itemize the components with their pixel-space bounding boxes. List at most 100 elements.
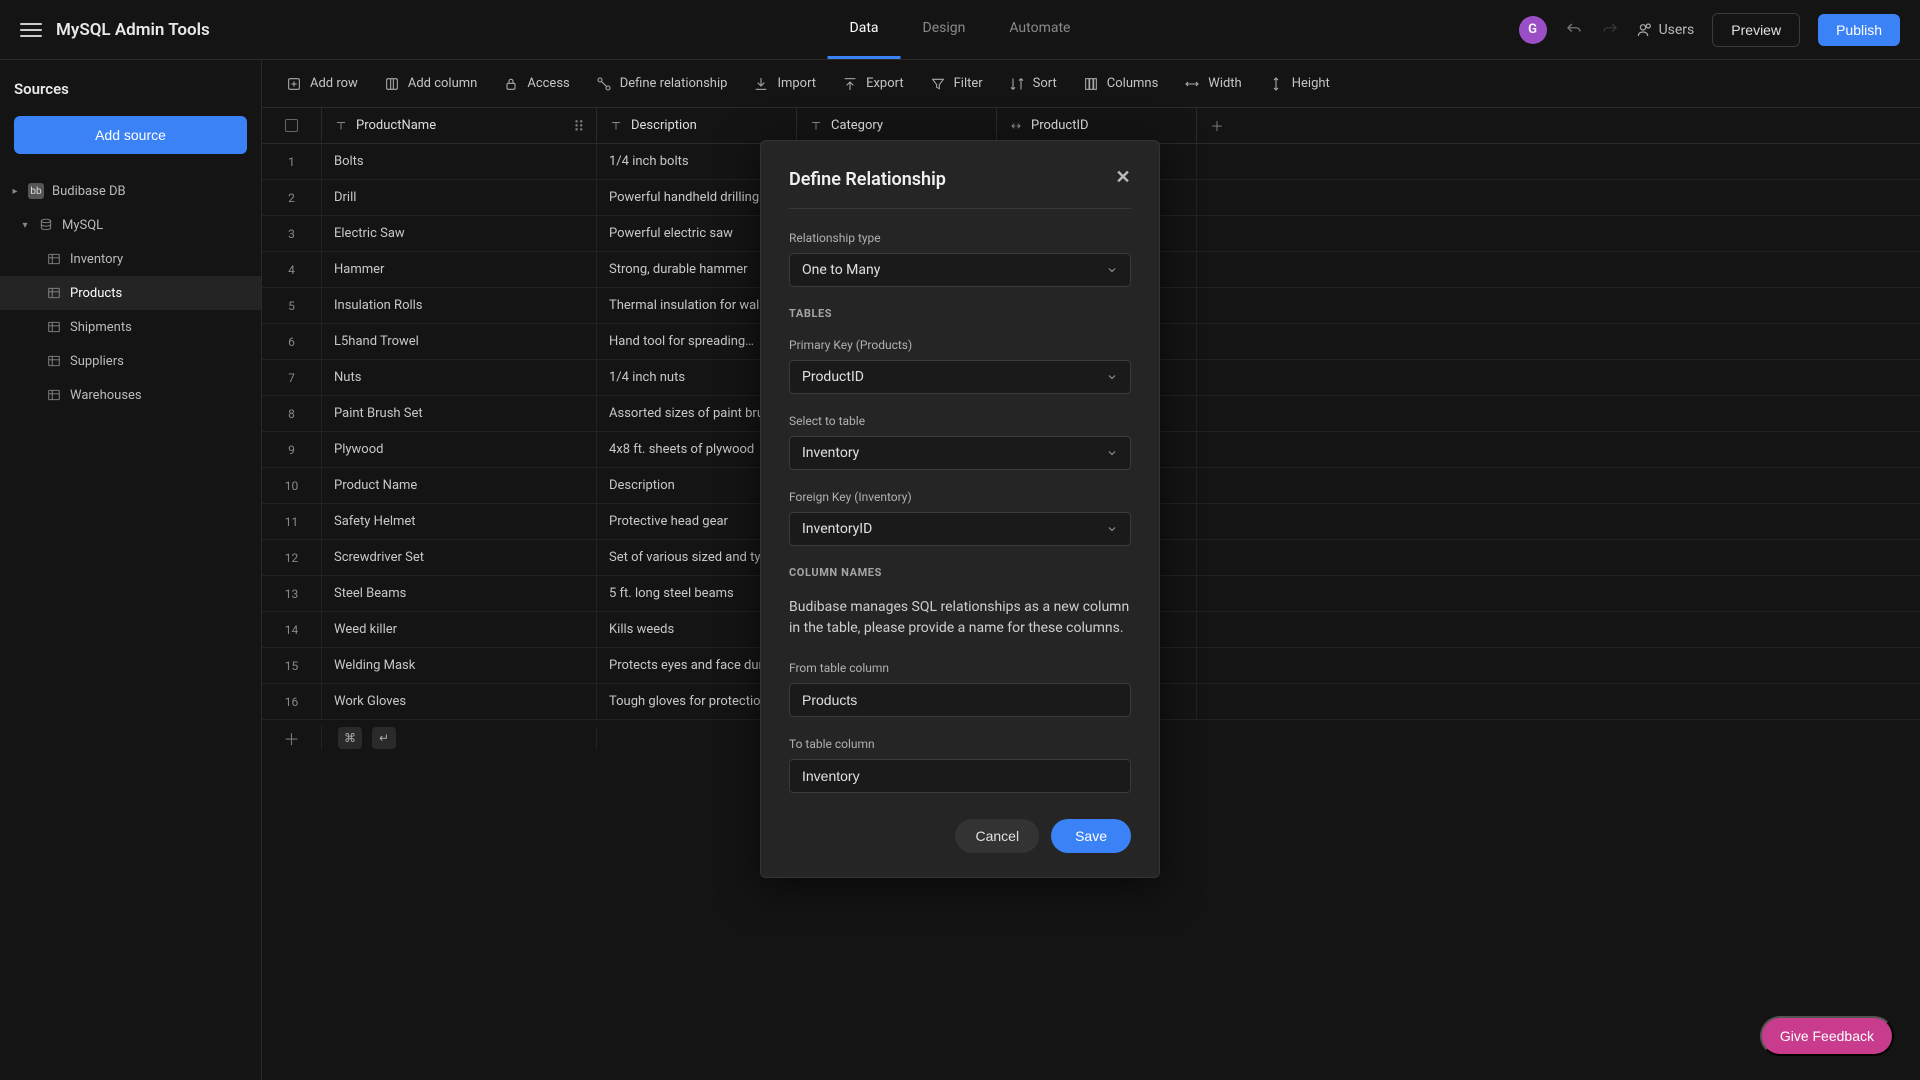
from-col-label: From table column — [789, 661, 1131, 675]
table-icon — [46, 353, 62, 369]
table-icon — [46, 319, 62, 335]
menu-icon[interactable] — [20, 19, 42, 41]
cell-productname[interactable]: Electric Saw — [322, 216, 597, 251]
row-number: 14 — [262, 612, 322, 647]
foreign-key-select[interactable]: InventoryID — [789, 512, 1131, 546]
tree-label: Inventory — [70, 252, 123, 267]
define-relationship-button[interactable]: Define relationship — [584, 70, 740, 98]
rel-type-select[interactable]: One to Many — [789, 253, 1131, 287]
users-link[interactable]: Users — [1637, 22, 1695, 38]
row-number: 16 — [262, 684, 322, 719]
cell-productname[interactable]: Insulation Rolls — [322, 288, 597, 323]
cell-productname[interactable]: Nuts — [322, 360, 597, 395]
cell-productname[interactable]: Product Name — [322, 468, 597, 503]
topbar-right: G Users Preview Publish — [1519, 13, 1900, 47]
primary-key-select[interactable]: ProductID — [789, 360, 1131, 394]
tab-design[interactable]: Design — [901, 0, 988, 59]
checkbox-icon — [285, 119, 298, 132]
sort-button[interactable]: Sort — [997, 70, 1069, 98]
foreign-key-label: Foreign Key (Inventory) — [789, 490, 1131, 504]
users-label: Users — [1659, 22, 1695, 38]
column-header-description[interactable]: Description — [597, 108, 797, 143]
add-column-icon[interactable]: ＋ — [1197, 108, 1237, 143]
cell-productname[interactable]: Plywood — [322, 432, 597, 467]
cell-productname[interactable]: Steel Beams — [322, 576, 597, 611]
cell-productname[interactable]: Hammer — [322, 252, 597, 287]
add-row-button[interactable]: Add row — [274, 70, 370, 98]
tree-node-budibase-db[interactable]: ▸ bb Budibase DB — [0, 174, 261, 208]
to-col-label: To table column — [789, 737, 1131, 751]
select-to-label: Select to table — [789, 414, 1131, 428]
text-icon — [609, 119, 623, 133]
tab-data[interactable]: Data — [828, 0, 901, 59]
keyboard-shortcut-icon: ⌘ — [338, 727, 362, 749]
tree-node-shipments[interactable]: Shipments — [0, 310, 261, 344]
row-number: 1 — [262, 144, 322, 179]
chevron-down-icon — [1106, 371, 1118, 383]
topbar: MySQL Admin Tools Data Design Automate G… — [0, 0, 1920, 60]
column-names-section-label: COLUMN NAMES — [789, 566, 1131, 579]
tree-node-mysql[interactable]: ▾ MySQL — [0, 208, 261, 242]
chevron-down-icon — [1106, 523, 1118, 535]
avatar[interactable]: G — [1519, 16, 1547, 44]
row-number: 4 — [262, 252, 322, 287]
tree-node-suppliers[interactable]: Suppliers — [0, 344, 261, 378]
rel-type-label: Relationship type — [789, 231, 1131, 245]
sidebar-title: Sources — [0, 76, 261, 116]
publish-button[interactable]: Publish — [1818, 14, 1900, 46]
add-source-button[interactable]: Add source — [14, 116, 247, 154]
height-button[interactable]: Height — [1256, 70, 1342, 98]
from-col-input[interactable] — [789, 683, 1131, 717]
close-icon[interactable]: ✕ — [1111, 165, 1135, 189]
cell-productname[interactable]: Screwdriver Set — [322, 540, 597, 575]
column-header-category[interactable]: Category — [797, 108, 997, 143]
table-icon — [46, 251, 62, 267]
import-button[interactable]: Import — [741, 70, 828, 98]
preview-button[interactable]: Preview — [1712, 13, 1800, 47]
export-button[interactable]: Export — [830, 70, 916, 98]
cell-productname[interactable]: L5hand Trowel — [322, 324, 597, 359]
text-icon — [334, 119, 348, 133]
cell-productname[interactable]: Bolts — [322, 144, 597, 179]
row-number: 15 — [262, 648, 322, 683]
tab-automate[interactable]: Automate — [987, 0, 1092, 59]
cell-productname[interactable]: Work Gloves — [322, 684, 597, 719]
select-to-table-select[interactable]: Inventory — [789, 436, 1131, 470]
columns-button[interactable]: Columns — [1071, 70, 1171, 98]
row-number: 7 — [262, 360, 322, 395]
row-number: 8 — [262, 396, 322, 431]
table-toolbar: Add row Add column Access Define relatio… — [262, 60, 1920, 108]
row-number: 11 — [262, 504, 322, 539]
enter-shortcut-icon: ↵ — [372, 727, 396, 749]
save-button[interactable]: Save — [1051, 819, 1131, 853]
filter-button[interactable]: Filter — [918, 70, 995, 98]
select-all-cell[interactable] — [262, 108, 322, 143]
cancel-button[interactable]: Cancel — [955, 819, 1039, 853]
tree-node-products[interactable]: Products — [0, 276, 261, 310]
tree-label: Products — [70, 286, 122, 301]
width-button[interactable]: Width — [1172, 70, 1253, 98]
give-feedback-button[interactable]: Give Feedback — [1760, 1016, 1894, 1056]
column-header-productid[interactable]: ProductID — [997, 108, 1197, 143]
column-header-productname[interactable]: ProductName ●●●●●● — [322, 108, 597, 143]
redo-icon[interactable] — [1601, 21, 1619, 39]
row-number: 2 — [262, 180, 322, 215]
cell-productname[interactable]: Paint Brush Set — [322, 396, 597, 431]
tree-node-warehouses[interactable]: Warehouses — [0, 378, 261, 412]
cell-productname[interactable]: Safety Helmet — [322, 504, 597, 539]
row-number: 9 — [262, 432, 322, 467]
access-button[interactable]: Access — [491, 70, 581, 98]
database-icon — [38, 217, 54, 233]
text-icon — [809, 119, 823, 133]
source-tree: ▸ bb Budibase DB ▾ MySQL Inventory Produ… — [0, 174, 261, 412]
row-number: 5 — [262, 288, 322, 323]
cell-productname[interactable]: Weed killer — [322, 612, 597, 647]
cell-productname[interactable]: Drill — [322, 180, 597, 215]
to-col-input[interactable] — [789, 759, 1131, 793]
add-column-button[interactable]: Add column — [372, 70, 490, 98]
undo-icon[interactable] — [1565, 21, 1583, 39]
chevron-down-icon — [1106, 447, 1118, 459]
column-menu-icon[interactable]: ●●●●●● — [575, 120, 584, 132]
tree-node-inventory[interactable]: Inventory — [0, 242, 261, 276]
cell-productname[interactable]: Welding Mask — [322, 648, 597, 683]
